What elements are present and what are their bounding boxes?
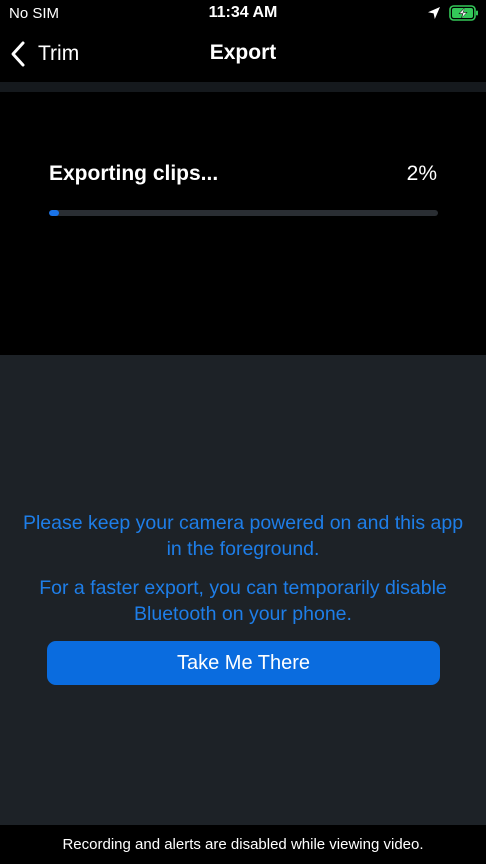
navigation-bar: Trim Export (0, 28, 486, 82)
keep-powered-message: Please keep your camera powered on and t… (22, 512, 464, 560)
status-bar: No SIM 11:34 AM (0, 0, 486, 28)
status-time: 11:34 AM (208, 4, 278, 21)
bluetooth-tip-message: For a faster export, you can temporarily… (39, 577, 447, 625)
location-arrow-icon (428, 7, 440, 19)
progress-bar-track (49, 210, 438, 216)
export-status-label: Exporting clips... (49, 162, 219, 185)
footer-notice: Recording and alerts are disabled while … (62, 836, 424, 853)
info-panel: Please keep your camera powered on and t… (0, 355, 486, 825)
take-me-there-button[interactable]: Take Me There (47, 641, 440, 685)
export-percent: 2% (406, 162, 437, 185)
header-divider (0, 82, 486, 92)
export-progress-panel: Exporting clips... 2% (0, 92, 486, 355)
page-title: Export (209, 41, 277, 64)
battery-charging-icon (449, 5, 478, 21)
footer-banner: Recording and alerts are disabled while … (0, 825, 486, 864)
progress-bar-fill (49, 210, 59, 216)
